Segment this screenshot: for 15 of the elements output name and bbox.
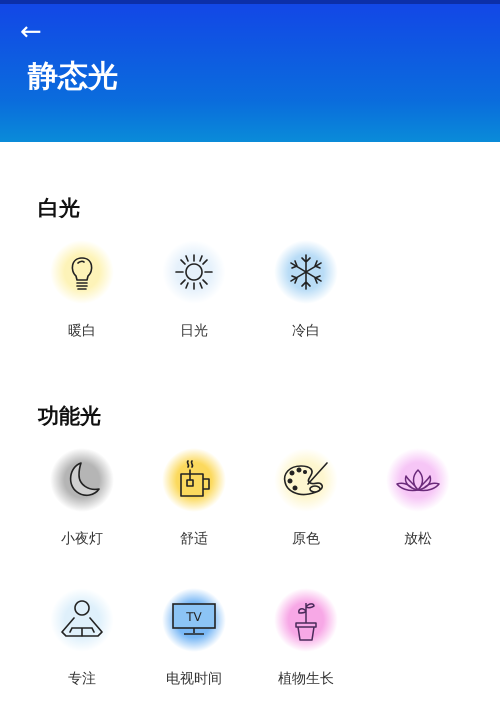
mode-label: 冷白: [292, 322, 320, 340]
page-title: 静态光: [28, 58, 118, 96]
back-button[interactable]: ←: [20, 18, 42, 46]
mode-label: 专注: [68, 670, 96, 688]
mode-label: 植物生长: [278, 670, 334, 688]
mode-label: 暖白: [68, 322, 96, 340]
mode-label: 小夜灯: [61, 530, 103, 548]
mode-label: 放松: [404, 530, 432, 548]
mode-label: 日光: [180, 322, 208, 340]
mode-label: 原色: [292, 530, 320, 548]
section-title: 白光: [38, 195, 81, 222]
mode-label: 电视时间: [166, 670, 222, 688]
light-mode-button[interactable]: TV: [154, 580, 234, 660]
section-title: 功能光: [38, 403, 102, 430]
mode-label: 舒适: [180, 530, 208, 548]
